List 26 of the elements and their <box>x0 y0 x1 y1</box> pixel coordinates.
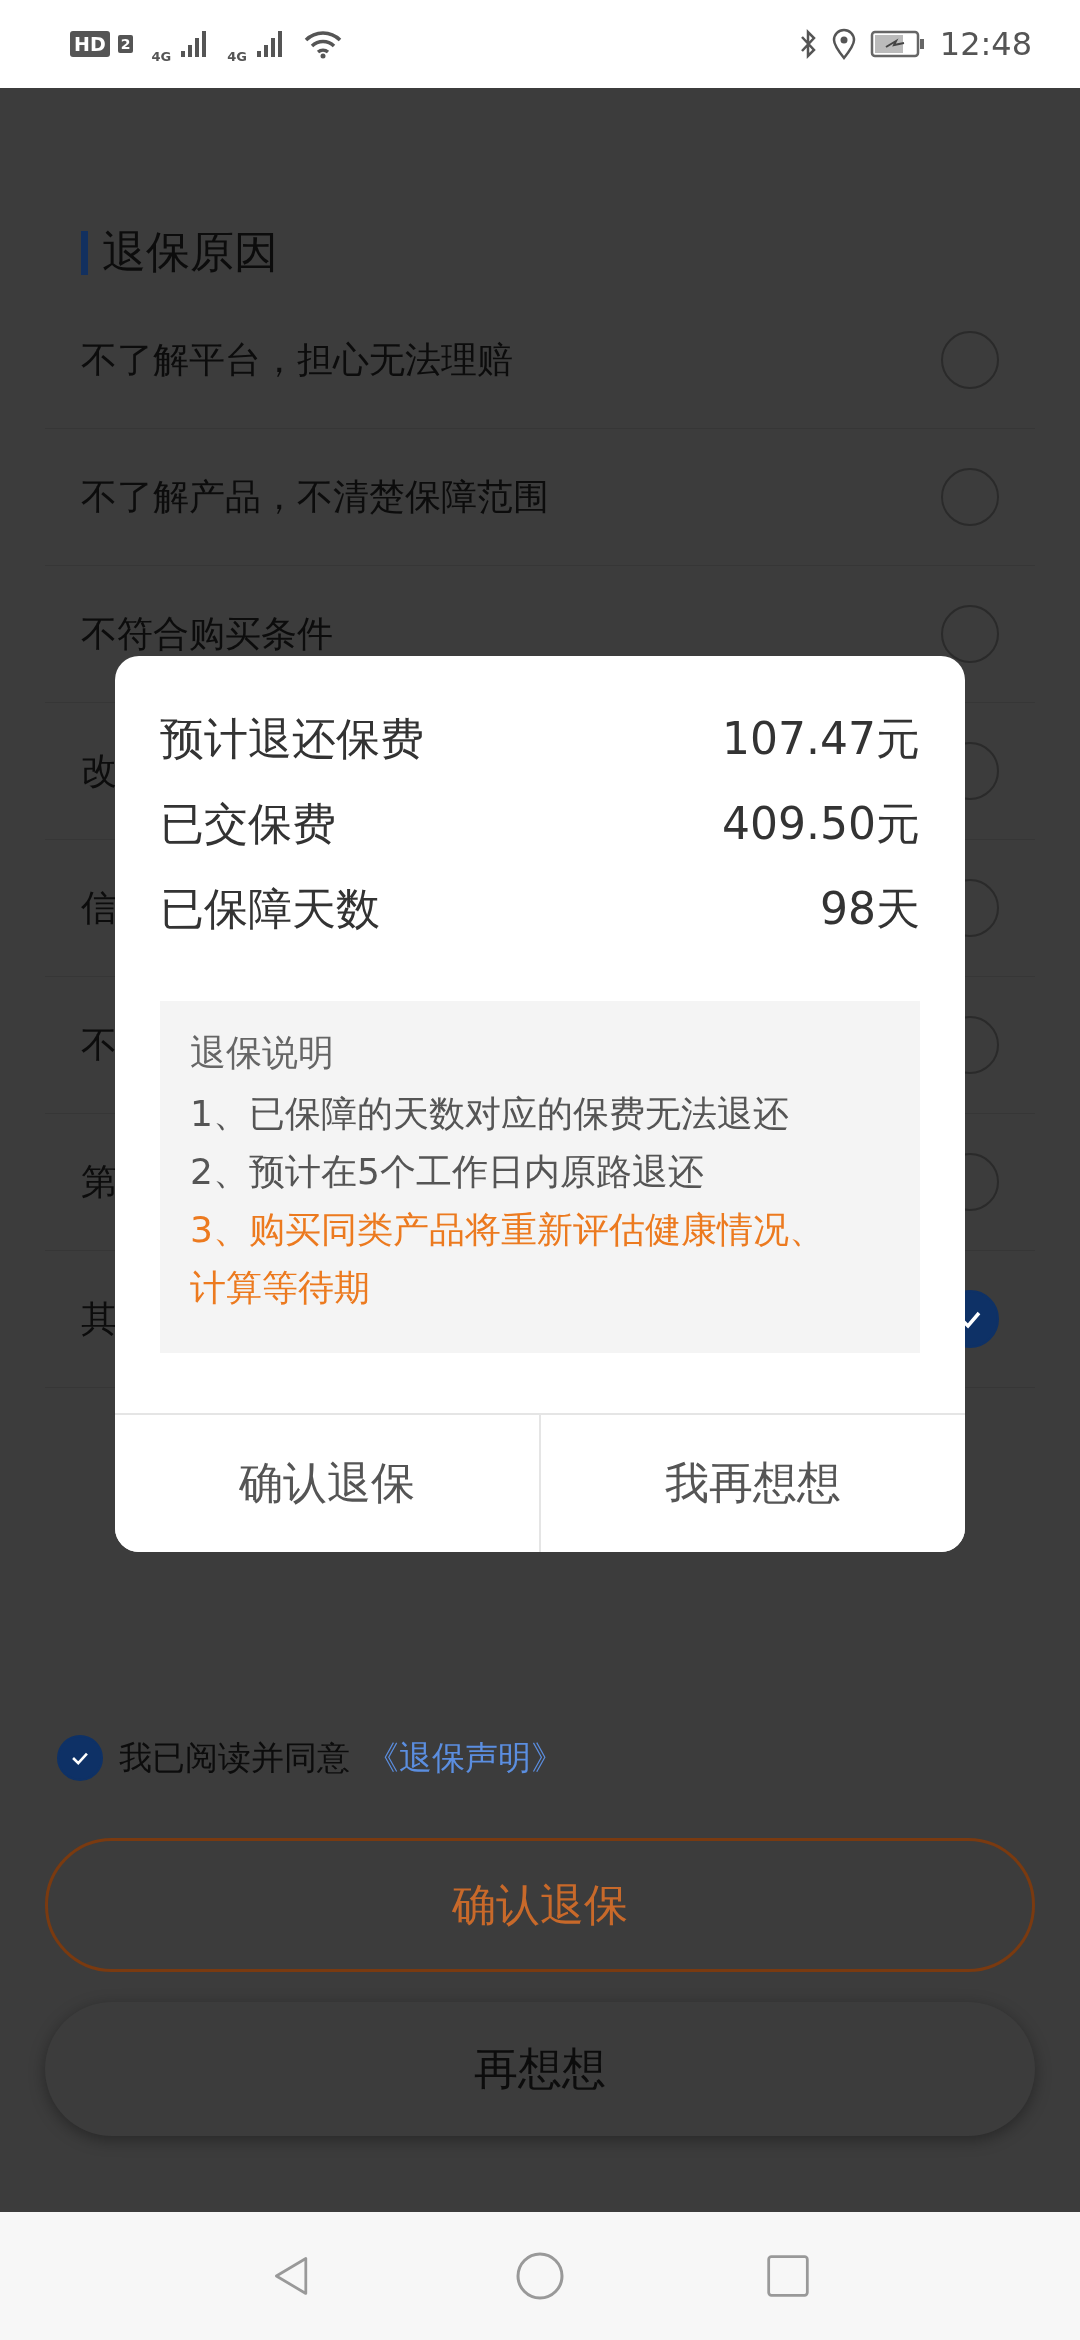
note-item: 3、购买同类产品将重新评估健康情况、计算等待期 <box>190 1208 826 1310</box>
network-label: 4G <box>151 48 172 64</box>
section-marker <box>81 230 88 275</box>
row-value: 98天 <box>820 882 920 936</box>
recents-icon[interactable] <box>765 2253 811 2299</box>
battery-icon <box>869 29 926 59</box>
row-value: 409.50元 <box>722 797 920 851</box>
sim-slot-badge: 2 <box>117 35 134 53</box>
wifi-icon <box>302 29 343 59</box>
terms-link[interactable]: 《退保声明》 <box>366 1735 564 1781</box>
agreement-checkbox[interactable] <box>57 1735 103 1781</box>
home-icon[interactable] <box>515 2251 565 2301</box>
clock-time: 12:48 <box>939 25 1032 63</box>
dialog-button[interactable]: 我再想想 <box>539 1415 965 1552</box>
row-label: 预计退还保费 <box>160 712 424 766</box>
note-item: 2、预计在5个工作日内原路退还 <box>190 1150 705 1194</box>
note-title: 退保说明 <box>190 1031 335 1075</box>
hd-badge: HD <box>70 31 110 57</box>
confirm-button[interactable]: 确认退保 <box>45 1838 1035 1972</box>
network-label: 4G <box>227 48 247 64</box>
location-icon <box>831 28 856 60</box>
row-value: 107.47元 <box>722 712 920 766</box>
note-item: 1、已保障的天数对应的保费无法退还 <box>190 1092 790 1136</box>
row-label: 已交保费 <box>160 797 336 851</box>
row-label: 已保障天数 <box>160 882 380 936</box>
signal-icon <box>254 29 285 59</box>
